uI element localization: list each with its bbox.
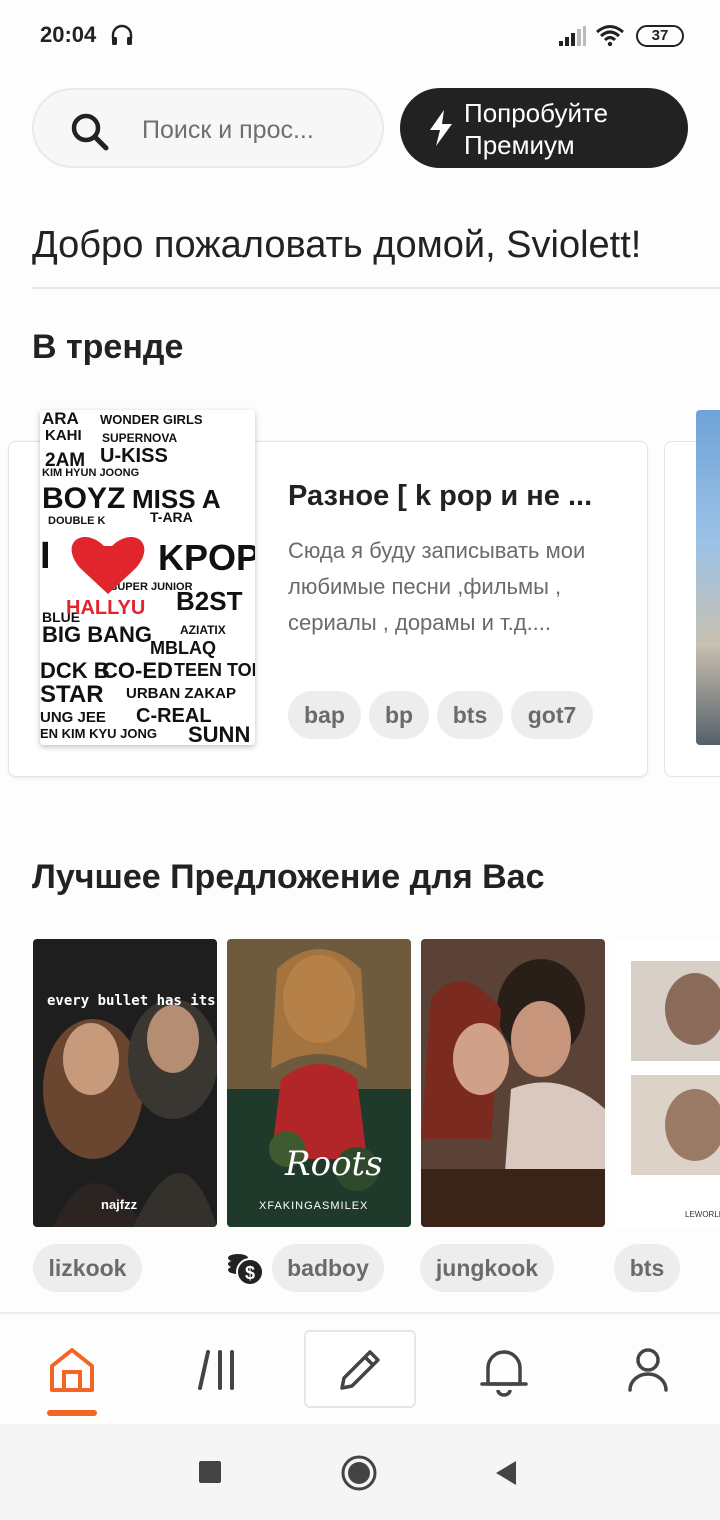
search-input[interactable]: Поиск и прос... bbox=[32, 88, 384, 168]
back-icon[interactable] bbox=[494, 1459, 518, 1487]
recommended-tag[interactable]: bts bbox=[614, 1244, 680, 1292]
trending-story-cover-2[interactable] bbox=[696, 410, 720, 745]
cover-image: LEWORLDOFJK bbox=[615, 939, 720, 1227]
recommended-tag[interactable]: lizkook bbox=[33, 1244, 142, 1292]
svg-text:EN KIM KYU JONG: EN KIM KYU JONG bbox=[40, 726, 157, 741]
svg-text:WONDER GIRLS: WONDER GIRLS bbox=[100, 412, 203, 427]
recommended-story-cover[interactable]: every bullet has its billet najfzz bbox=[33, 939, 217, 1227]
recommended-tag[interactable]: jungkook bbox=[420, 1244, 554, 1292]
coins-icon: $ bbox=[228, 1254, 264, 1286]
svg-text:MBLAQ: MBLAQ bbox=[150, 638, 216, 658]
recommended-story-cover[interactable] bbox=[421, 939, 605, 1227]
svg-text:B2ST: B2ST bbox=[176, 586, 243, 616]
svg-text:URBAN ZAKAP: URBAN ZAKAP bbox=[126, 685, 236, 702]
svg-text:$: $ bbox=[245, 1263, 255, 1283]
library-icon[interactable] bbox=[188, 1340, 248, 1400]
svg-text:U-KISS: U-KISS bbox=[100, 445, 168, 467]
cover-image: every bullet has its billet najfzz bbox=[33, 939, 217, 1227]
cover-image bbox=[421, 939, 605, 1227]
cover-author: LEWORLDOFJK bbox=[685, 1210, 720, 1219]
svg-text:DCK B: DCK B bbox=[40, 658, 110, 683]
search-placeholder: Поиск и прос... bbox=[142, 116, 314, 144]
cover-text: every bullet has its billet bbox=[47, 993, 217, 1009]
status-time: 20:04 bbox=[40, 22, 97, 47]
pencil-icon bbox=[340, 1350, 380, 1390]
kpop-collage-image: ARA WONDER GIRLS KAHI SUPERNOVA 2AM U-KI… bbox=[40, 410, 255, 745]
system-navigation-bar bbox=[0, 1424, 720, 1520]
status-bar: 20:04 37 bbox=[0, 0, 720, 70]
svg-text:UNG JEE: UNG JEE bbox=[40, 709, 106, 726]
cover-title: Roots bbox=[284, 1144, 383, 1184]
premium-label: Попробуйте Премиум bbox=[464, 98, 609, 160]
svg-text:T-ARA: T-ARA bbox=[150, 509, 193, 525]
search-icon bbox=[71, 113, 109, 151]
trending-story-description: Сюда я буду записывать мои любимые песни… bbox=[288, 538, 586, 635]
battery-indicator: 37 bbox=[636, 25, 684, 47]
svg-text:AZIATIX: AZIATIX bbox=[180, 623, 226, 637]
recent-apps-icon[interactable] bbox=[198, 1460, 222, 1484]
svg-text:ARA: ARA bbox=[42, 410, 79, 428]
welcome-heading: Добро пожаловать домой, Sviolett! bbox=[32, 224, 642, 266]
svg-text:CO-ED: CO-ED bbox=[102, 658, 173, 683]
cover-author: najfzz bbox=[101, 1197, 138, 1212]
home-button-icon[interactable] bbox=[340, 1454, 378, 1492]
wifi-icon bbox=[596, 25, 624, 46]
story-tag[interactable]: bp bbox=[369, 691, 429, 739]
recommended-story-cover[interactable]: Roots XFAKINGASMILEX bbox=[227, 939, 411, 1227]
signal-icon bbox=[559, 26, 586, 46]
profile-icon[interactable] bbox=[618, 1340, 678, 1400]
try-premium-button[interactable]: Попробуйте Премиум bbox=[400, 88, 688, 168]
active-tab-indicator bbox=[47, 1410, 97, 1416]
svg-text:KAHI: KAHI bbox=[45, 427, 82, 444]
svg-text:I: I bbox=[40, 535, 51, 577]
story-tag[interactable]: bts bbox=[437, 691, 503, 739]
svg-text:KPOP: KPOP bbox=[158, 537, 255, 578]
svg-text:DOUBLE K: DOUBLE K bbox=[48, 515, 106, 527]
story-tag[interactable]: bap bbox=[288, 691, 361, 739]
svg-text:SUNN: SUNN bbox=[188, 722, 250, 745]
story-tag[interactable]: got7 bbox=[511, 691, 593, 739]
svg-text:KIM HYUN JOONG: KIM HYUN JOONG bbox=[42, 467, 139, 479]
cover-image: Roots XFAKINGASMILEX bbox=[227, 939, 411, 1227]
headphone-icon bbox=[111, 24, 133, 45]
bell-icon[interactable] bbox=[474, 1340, 534, 1400]
svg-text:BIG BANG: BIG BANG bbox=[42, 622, 152, 647]
svg-text:BOYZ: BOYZ bbox=[42, 482, 125, 515]
trending-section-title: В тренде bbox=[32, 328, 184, 366]
trending-story-title[interactable]: Разное [ k pop и не ... bbox=[288, 480, 592, 513]
lightning-icon bbox=[430, 110, 452, 146]
home-icon[interactable] bbox=[42, 1340, 102, 1400]
svg-text:SUPERNOVA: SUPERNOVA bbox=[102, 431, 177, 445]
trending-story-cover[interactable]: ARA WONDER GIRLS KAHI SUPERNOVA 2AM U-KI… bbox=[40, 410, 255, 745]
recommended-section-title: Лучшее Предложение для Вас bbox=[32, 858, 545, 896]
svg-text:TEEN TOP: TEEN TOP bbox=[174, 660, 255, 680]
svg-text:STAR: STAR bbox=[40, 681, 104, 708]
recommended-story-cover[interactable]: LEWORLDOFJK bbox=[615, 939, 720, 1227]
svg-text:HALLYU: HALLYU bbox=[66, 597, 145, 619]
divider bbox=[32, 287, 720, 289]
recommended-tag[interactable]: badboy bbox=[272, 1244, 384, 1292]
cover-author: XFAKINGASMILEX bbox=[259, 1200, 368, 1212]
